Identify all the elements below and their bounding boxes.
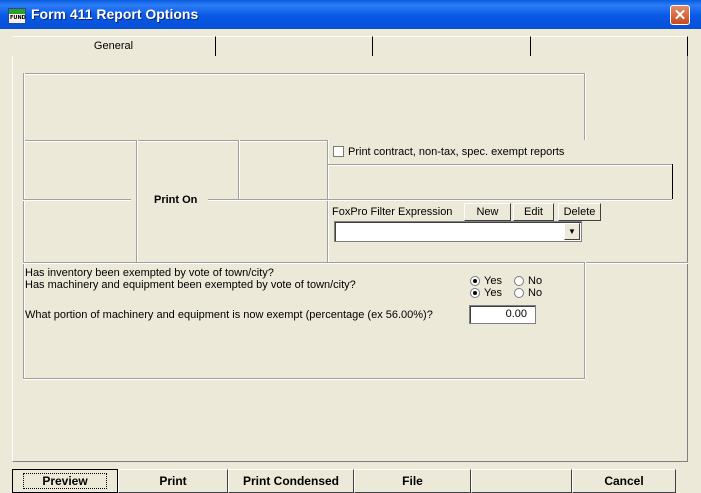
divider	[238, 140, 240, 199]
divider	[23, 262, 688, 264]
divider	[23, 378, 585, 380]
inventory-no-radio[interactable]	[514, 276, 524, 286]
machinery-no-radio[interactable]	[514, 288, 524, 298]
app-icon: FUND	[8, 8, 26, 24]
delete-filter-button[interactable]: Delete	[558, 203, 601, 221]
edit-filter-button[interactable]: Edit	[513, 203, 554, 221]
filter-expression-dropdown[interactable]: ▼	[334, 221, 582, 242]
tab-2[interactable]	[216, 36, 373, 56]
tab-general[interactable]: General	[12, 36, 216, 56]
inventory-yes-label[interactable]: Yes	[484, 275, 502, 287]
print-button[interactable]: Print	[118, 469, 228, 493]
machinery-yes-radio[interactable]	[470, 288, 480, 298]
divider	[136, 140, 138, 262]
tab-3[interactable]	[373, 36, 531, 56]
action-bar: Preview Print Print Condensed File Cance…	[12, 469, 688, 493]
cancel-button[interactable]: Cancel	[572, 469, 676, 493]
new-filter-button[interactable]: New	[464, 203, 511, 221]
machinery-yes-label[interactable]: Yes	[484, 287, 502, 299]
divider	[672, 164, 673, 199]
chevron-down-icon[interactable]: ▼	[564, 223, 580, 240]
divider	[584, 73, 586, 140]
report-options-window: FUND Form 411 Report Options ✕ General P…	[0, 0, 701, 493]
tab-page-frame	[12, 56, 688, 462]
file-button[interactable]: File	[354, 469, 471, 493]
blank-button[interactable]	[471, 469, 572, 493]
print-on-label: Print On	[154, 194, 198, 206]
divider	[23, 73, 585, 75]
divider	[23, 199, 131, 201]
print-contract-label[interactable]: Print contract, non-tax, spec. exempt re…	[348, 146, 564, 158]
exempt-percentage-input[interactable]: 0.00	[469, 305, 536, 324]
print-contract-checkbox[interactable]	[333, 146, 344, 157]
tab-4[interactable]	[531, 36, 688, 56]
divider	[208, 199, 672, 201]
preview-button[interactable]: Preview	[12, 469, 118, 493]
divider	[23, 73, 25, 378]
title-bar[interactable]: FUND Form 411 Report Options ✕	[0, 0, 701, 29]
tab-strip: General	[12, 36, 688, 56]
divider	[584, 262, 586, 378]
machinery-no-label[interactable]: No	[528, 287, 542, 299]
divider	[23, 140, 328, 142]
inventory-yes-radio[interactable]	[470, 276, 480, 286]
print-condensed-button[interactable]: Print Condensed	[228, 469, 354, 493]
divider	[328, 164, 672, 166]
divider	[327, 140, 329, 262]
preview-button-label: Preview	[23, 473, 107, 489]
inventory-no-label[interactable]: No	[528, 275, 542, 287]
filter-expression-label: FoxPro Filter Expression	[332, 206, 453, 218]
close-icon[interactable]: ✕	[670, 5, 690, 25]
window-title: Form 411 Report Options	[31, 6, 199, 22]
inventory-question: Has inventory been exempted by vote of t…	[25, 267, 274, 279]
machinery-question: Has machinery and equipment been exempte…	[25, 279, 356, 291]
portion-question: What portion of machinery and equipment …	[25, 309, 433, 321]
